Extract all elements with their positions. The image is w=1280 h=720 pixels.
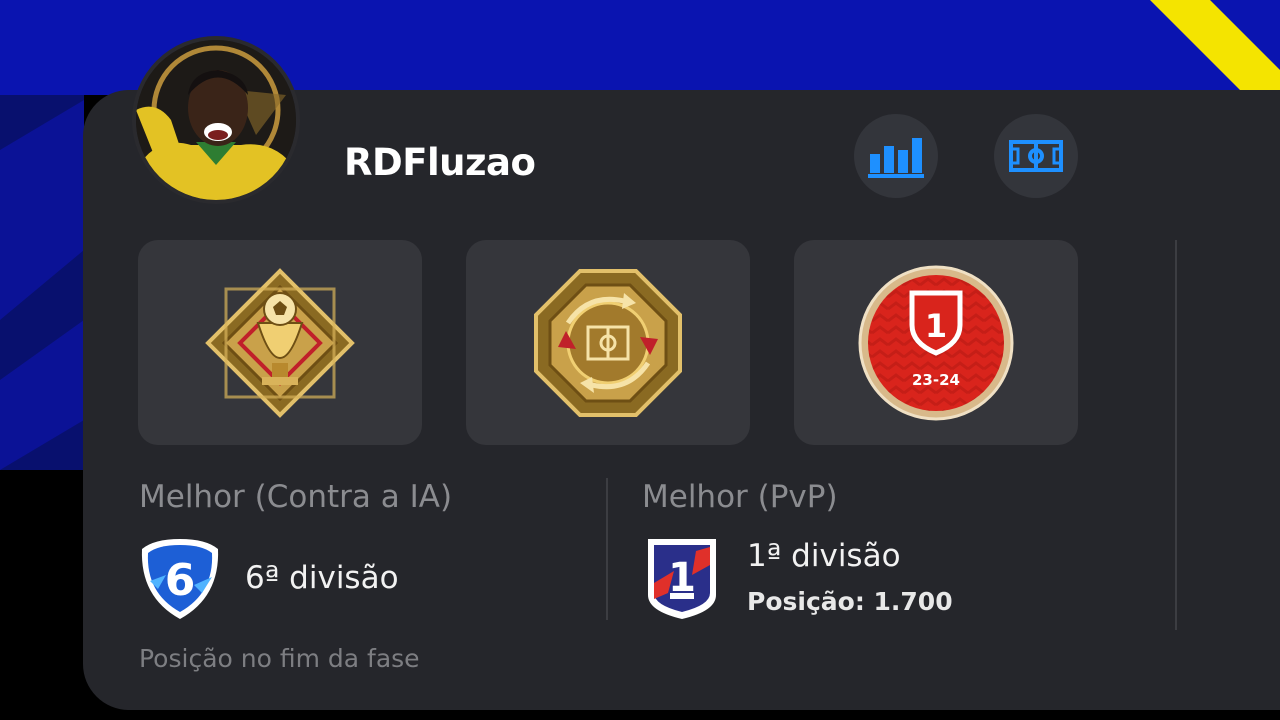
username: RDFluzao <box>344 141 536 184</box>
best-pvp-label: Melhor (PvP) <box>642 479 838 515</box>
best-vs-ai-label: Melhor (Contra a IA) <box>139 479 453 515</box>
avatar[interactable] <box>136 40 296 200</box>
bar-chart-icon <box>868 138 924 178</box>
pvp-division-text: 1ª divisão <box>747 538 901 574</box>
tactics-emblem-icon <box>534 268 682 417</box>
division-6-badge: 6 <box>136 535 224 627</box>
medal-number: 1 <box>925 307 947 345</box>
division-badge-icon: 6 <box>141 539 219 619</box>
stats-button[interactable] <box>854 114 938 198</box>
division-1-badge: 1 <box>644 535 720 627</box>
division-1-badge-icon: 1 <box>648 539 716 619</box>
ai-division-text: 6ª divisão <box>245 560 399 596</box>
achievement-tile-division-medal[interactable]: 1 23-24 <box>794 240 1078 445</box>
achievement-tile-trophy[interactable] <box>138 240 422 445</box>
season-end-note: Posição no fim da fase <box>139 644 420 673</box>
divider-right <box>1175 240 1177 630</box>
trophy-emblem-icon <box>205 267 355 418</box>
division-6-number: 6 <box>165 555 196 606</box>
pitch-formation-icon <box>1009 140 1063 172</box>
player-portrait-icon <box>136 40 296 200</box>
pvp-position-text: Posição: 1.700 <box>747 587 953 616</box>
medal-season: 23-24 <box>912 371 960 389</box>
achievement-tile-tactics[interactable] <box>466 240 750 445</box>
division-1-medal-icon: 1 23-24 <box>858 265 1014 420</box>
division-1-number: 1 <box>668 555 696 601</box>
divider-middle <box>606 478 608 620</box>
formation-button[interactable] <box>994 114 1078 198</box>
